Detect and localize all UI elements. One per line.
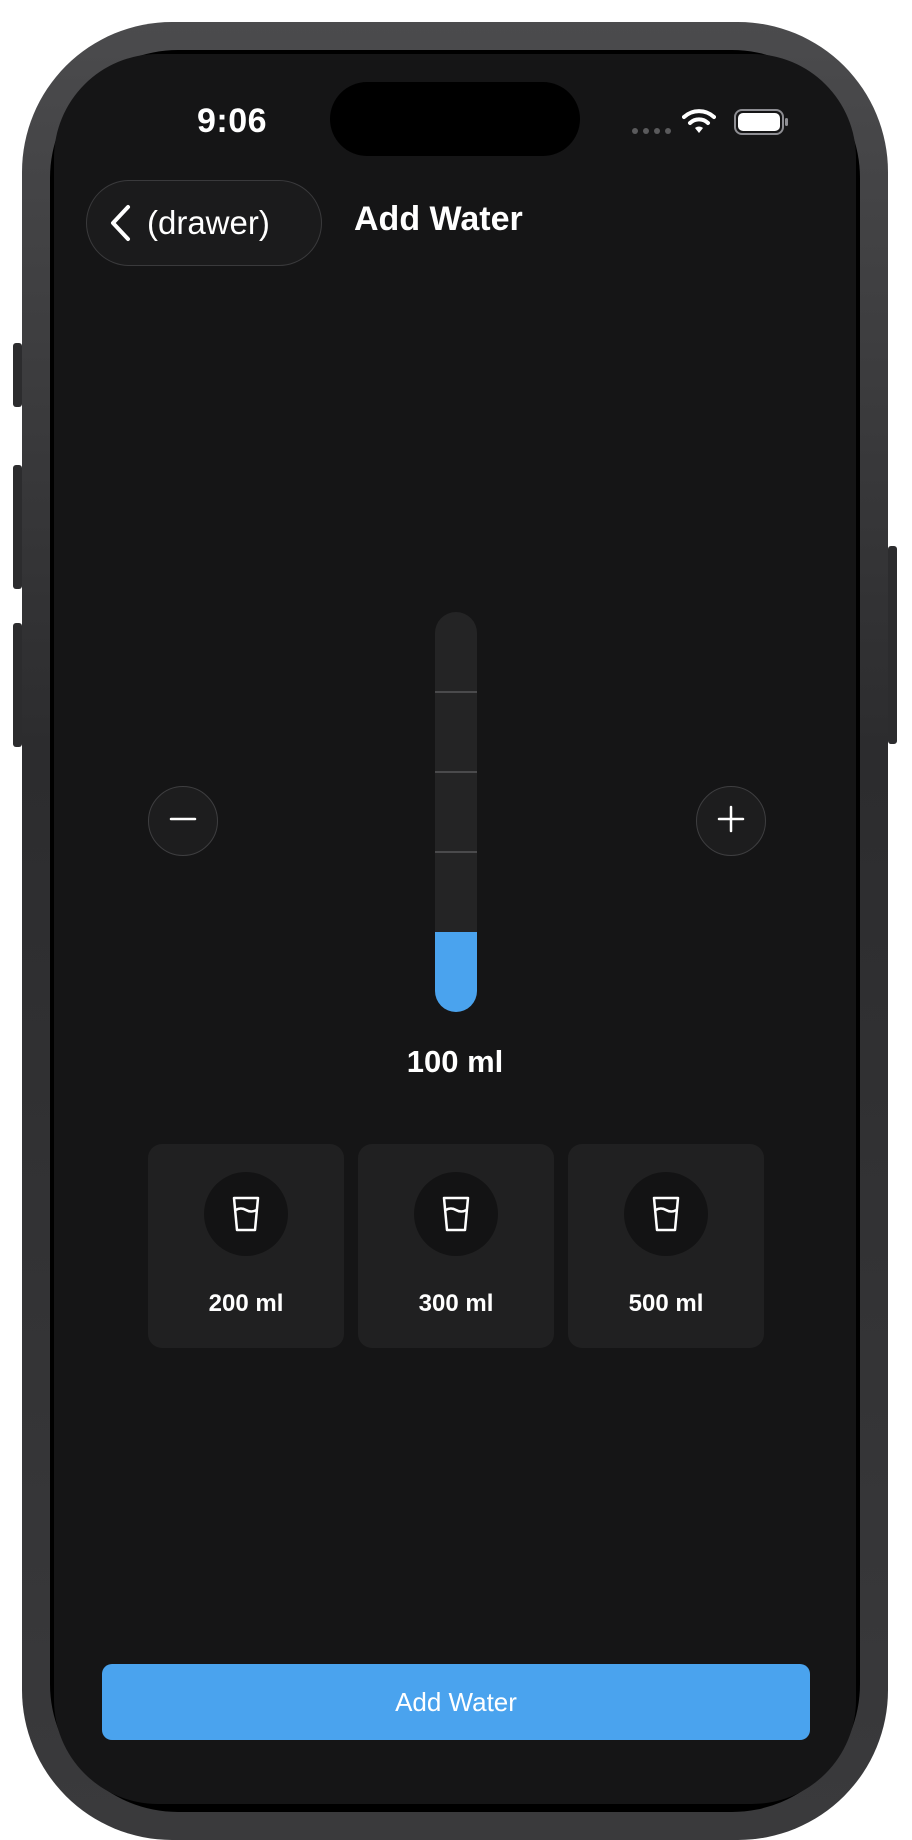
- water-level-fill: [435, 932, 477, 1012]
- volume-down-button: [13, 623, 22, 747]
- water-level-gauge[interactable]: [435, 612, 477, 1012]
- action-button: [13, 343, 22, 407]
- dynamic-island: [330, 82, 580, 156]
- minus-icon: [169, 805, 197, 838]
- glass-icon: [624, 1172, 708, 1256]
- page-title: Add Water: [354, 200, 523, 238]
- preset-200ml-button[interactable]: 200 ml: [148, 1144, 344, 1348]
- status-bar-time: 9:06: [196, 102, 268, 140]
- back-button[interactable]: (drawer): [86, 180, 322, 266]
- preset-label: 300 ml: [418, 1290, 494, 1317]
- gauge-tick: [435, 771, 477, 773]
- preset-500ml-button[interactable]: 500 ml: [568, 1144, 764, 1348]
- decrease-button[interactable]: [148, 786, 218, 856]
- plus-icon: [717, 805, 745, 838]
- cellular-signal-icon: [632, 128, 671, 134]
- back-button-label: (drawer): [147, 204, 270, 241]
- wifi-icon: [682, 108, 716, 139]
- battery-icon: [734, 109, 790, 140]
- gauge-tick: [435, 691, 477, 693]
- app-screen: 9:06 (drawer) Add Water 100 ml 200 ml 30…: [54, 54, 856, 1804]
- current-amount: 100 ml: [406, 1044, 504, 1079]
- preset-list: 200 ml 300 ml 500 ml: [148, 1144, 764, 1348]
- glass-icon: [414, 1172, 498, 1256]
- volume-up-button: [13, 465, 22, 589]
- chevron-left-icon: [109, 204, 131, 242]
- glass-icon: [204, 1172, 288, 1256]
- gauge-tick: [435, 851, 477, 853]
- power-button: [888, 546, 897, 744]
- preset-label: 200 ml: [208, 1290, 284, 1317]
- increase-button[interactable]: [696, 786, 766, 856]
- preset-label: 500 ml: [628, 1290, 704, 1317]
- add-water-button[interactable]: Add Water: [102, 1664, 810, 1740]
- preset-300ml-button[interactable]: 300 ml: [358, 1144, 554, 1348]
